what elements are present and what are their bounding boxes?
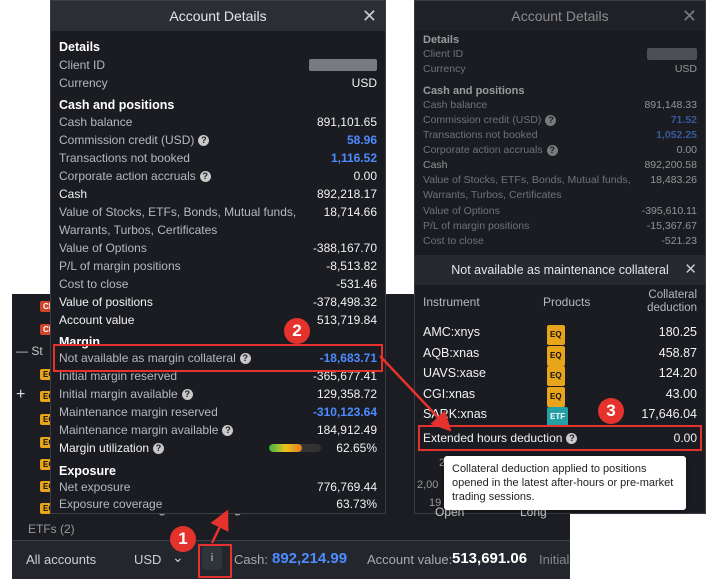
annotation-arrows bbox=[210, 355, 452, 544]
callout-2: 2 bbox=[284, 318, 310, 344]
callout-1: 1 bbox=[170, 526, 196, 552]
callout-3: 3 bbox=[598, 398, 624, 424]
arrow-to-subpanel bbox=[379, 355, 452, 432]
arrow-to-panel bbox=[210, 509, 229, 544]
